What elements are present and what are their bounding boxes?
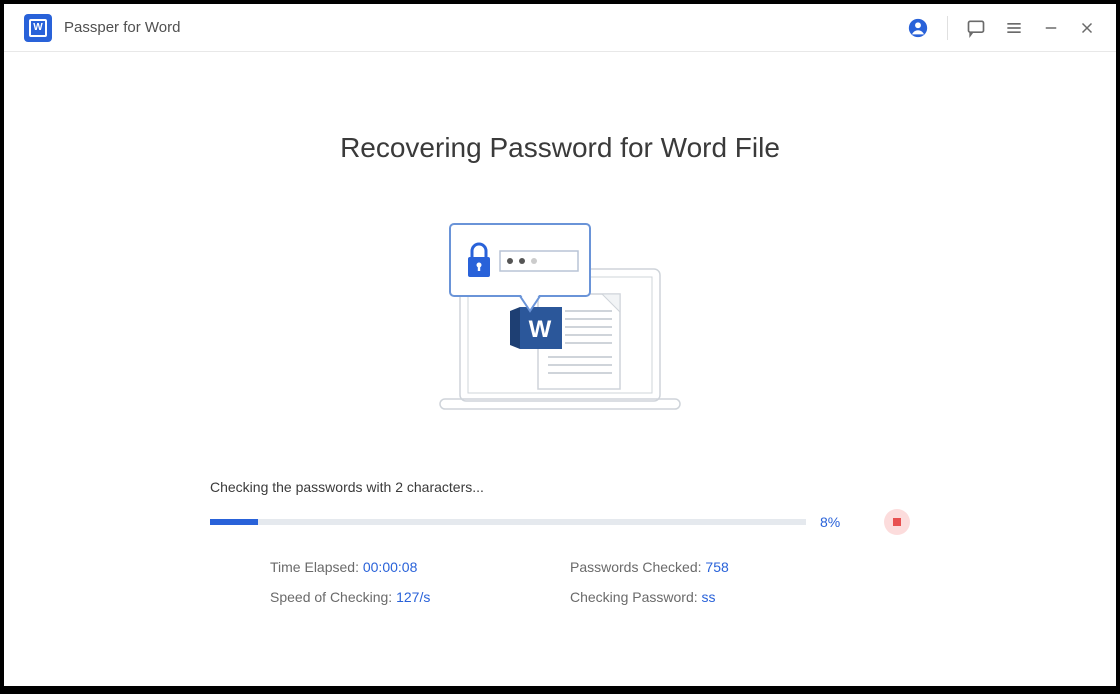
svg-text:W: W	[529, 316, 552, 343]
feedback-icon[interactable]	[966, 18, 986, 38]
close-icon[interactable]	[1078, 19, 1096, 37]
app-logo-icon: W	[24, 14, 52, 42]
progress-bar	[210, 519, 806, 525]
stat-value: 127/s	[396, 589, 430, 605]
stats-col-left: Time Elapsed: 00:00:08 Speed of Checking…	[270, 559, 570, 605]
stat-label: Passwords Checked:	[570, 559, 705, 575]
account-icon[interactable]	[907, 17, 929, 39]
stat-time-elapsed: Time Elapsed: 00:00:08	[270, 559, 570, 575]
separator	[947, 16, 948, 40]
titlebar-right	[907, 16, 1096, 40]
titlebar-left: W Passper for Word	[24, 14, 180, 42]
stats-col-right: Passwords Checked: 758 Checking Password…	[570, 559, 870, 605]
status-area: Checking the passwords with 2 characters…	[210, 479, 910, 605]
stat-label: Time Elapsed:	[270, 559, 363, 575]
stop-icon	[893, 518, 901, 526]
page-title: Recovering Password for Word File	[340, 132, 780, 164]
stat-value: 00:00:08	[363, 559, 418, 575]
illustration: W	[410, 219, 710, 419]
stat-value: ss	[702, 589, 716, 605]
content-area: Recovering Password for Word File	[4, 52, 1116, 686]
stop-button[interactable]	[884, 509, 910, 535]
app-title: Passper for Word	[64, 19, 180, 36]
status-text: Checking the passwords with 2 characters…	[210, 479, 910, 495]
stats-grid: Time Elapsed: 00:00:08 Speed of Checking…	[210, 559, 910, 605]
stat-passwords-checked: Passwords Checked: 758	[570, 559, 870, 575]
stat-label: Checking Password:	[570, 589, 702, 605]
stat-label: Speed of Checking:	[270, 589, 396, 605]
menu-icon[interactable]	[1004, 18, 1024, 38]
progress-fill	[210, 519, 258, 525]
stat-value: 758	[705, 559, 728, 575]
app-window: W Passper for Word Recovering Password	[4, 4, 1116, 686]
minimize-icon[interactable]	[1042, 19, 1060, 37]
stat-speed: Speed of Checking: 127/s	[270, 589, 570, 605]
titlebar: W Passper for Word	[4, 4, 1116, 52]
stat-checking-password: Checking Password: ss	[570, 589, 870, 605]
progress-percent: 8%	[820, 514, 850, 530]
progress-row: 8%	[210, 509, 910, 535]
